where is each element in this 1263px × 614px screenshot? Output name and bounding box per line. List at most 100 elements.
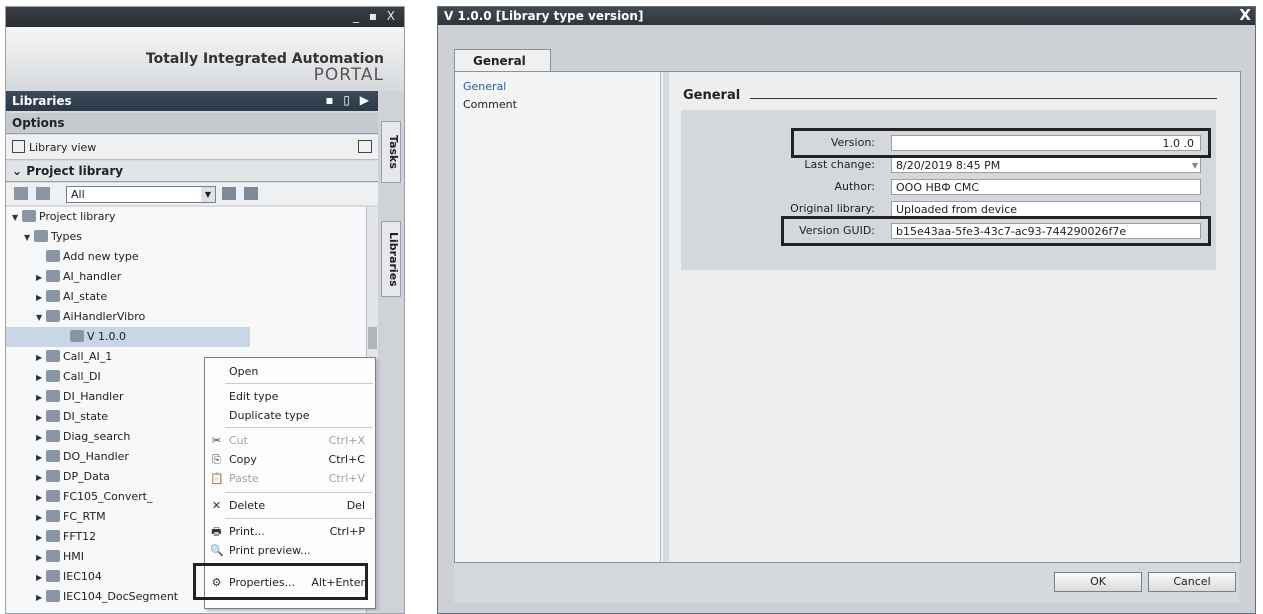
library-type-icon: [46, 370, 60, 382]
tab-libraries-label: Libraries: [387, 231, 400, 287]
nav-item-comment[interactable]: Comment: [463, 98, 517, 111]
expand-right-icon[interactable]: ▶: [36, 268, 46, 288]
pane-splitter[interactable]: [663, 72, 669, 562]
expand-right-icon[interactable]: ▶: [36, 488, 46, 508]
library-view-bar: Library view: [6, 135, 378, 160]
release-versions-icon[interactable]: [244, 187, 258, 200]
expand-down-icon[interactable]: ▼: [12, 208, 22, 228]
chevron-down-icon: ⌄: [12, 164, 23, 178]
expand-right-icon[interactable]: ▶: [36, 368, 46, 388]
tree-item[interactable]: Add new type: [6, 247, 391, 267]
menu-label: Open: [229, 365, 259, 378]
menu-separator: [225, 492, 373, 493]
library-type-icon: [46, 410, 60, 422]
scrollbar-thumb[interactable]: [368, 327, 377, 349]
menu-label: Print...: [229, 525, 265, 538]
tree-item-label: Call_DI: [63, 370, 101, 383]
close-icon[interactable]: X: [1239, 7, 1251, 24]
expand-right-icon[interactable]: ▶: [36, 508, 46, 528]
update-types-icon[interactable]: [222, 187, 236, 200]
tree-item-label: FFT12: [63, 530, 97, 543]
properties-nav: General Comment: [455, 72, 661, 562]
menu-item-duplicate-type[interactable]: Duplicate type: [205, 406, 375, 425]
expand-right-icon[interactable]: ▶: [36, 288, 46, 308]
section-divider: [750, 98, 1217, 99]
menu-label: Copy: [229, 453, 257, 466]
original-library-field[interactable]: Uploaded from device: [891, 201, 1201, 217]
tab-libraries[interactable]: Libraries: [381, 221, 401, 297]
expand-right-icon[interactable]: ▶: [36, 448, 46, 468]
nav-item-general[interactable]: General: [463, 80, 506, 93]
expand-right-icon[interactable]: ▶: [36, 548, 46, 568]
window-controls[interactable]: _ ▪ X: [353, 9, 398, 23]
tree-item[interactable]: ▶ AI_state: [6, 287, 391, 307]
library-type-icon: [46, 390, 60, 402]
open-library-icon[interactable]: [358, 140, 372, 153]
tree-item-label: AiHandlerVibro: [63, 310, 146, 323]
expand-right-icon[interactable]: ▶: [36, 428, 46, 448]
menu-item-print[interactable]: 🖶 Print... Ctrl+P: [205, 522, 375, 541]
project-library-header[interactable]: ⌄ Project library: [6, 161, 378, 182]
menu-item-print-preview[interactable]: 🔍 Print preview...: [205, 541, 375, 560]
last-change-field[interactable]: 8/20/2019 8:45 PM ▼: [891, 157, 1201, 173]
tree-item[interactable]: ▼ AiHandlerVibro: [6, 307, 391, 327]
tree-item[interactable]: ▼ Project library: [6, 207, 367, 227]
tree-item-label: IEC104: [63, 570, 102, 583]
version-highlight-box: [791, 128, 1211, 158]
expand-right-icon[interactable]: ▶: [36, 528, 46, 548]
menu-shortcut: Ctrl+C: [328, 453, 365, 466]
copy-icon: ⎘: [212, 453, 221, 466]
menu-item-copy[interactable]: ⎘ Copy Ctrl+C: [205, 450, 375, 469]
tree-item-label: Types: [51, 230, 82, 243]
expand-down-icon[interactable]: ▼: [36, 308, 46, 328]
dropdown-arrow-icon[interactable]: ▼: [201, 187, 215, 202]
project-library-section-label: ⌄ Project library: [12, 164, 123, 178]
tree-item[interactable]: V 1.0.0: [6, 327, 250, 347]
properties-highlight-box: [193, 563, 368, 600]
panel-controls-icon[interactable]: ▪ ▯ ▶: [325, 93, 372, 107]
expand-right-icon[interactable]: ▶: [36, 588, 46, 608]
expand-right-icon[interactable]: ▶: [36, 348, 46, 368]
tree-item-label: AI_state: [63, 290, 108, 303]
list-view-icon[interactable]: [36, 187, 50, 200]
menu-item-open[interactable]: Open: [205, 362, 375, 381]
library-type-icon: [46, 430, 60, 442]
tree-item-label: V 1.0.0: [87, 330, 127, 343]
library-type-icon: [34, 230, 48, 242]
menu-shortcut: Ctrl+V: [328, 472, 365, 485]
dialog-title: V 1.0.0 [Library type version]: [444, 9, 644, 23]
menu-item-edit-type[interactable]: Edit type: [205, 387, 375, 406]
context-menu: Open Edit type Duplicate type ✂ Cut Ctrl+X…: [193, 357, 376, 609]
library-type-version-dialog: V 1.0.0 [Library type version] X General…: [437, 6, 1256, 614]
libraries-header: Libraries ▪ ▯ ▶: [6, 91, 378, 111]
author-field[interactable]: ООО НВФ СМС: [891, 179, 1201, 195]
dropdown-arrow-icon[interactable]: ▼: [1192, 158, 1198, 174]
menu-item-paste[interactable]: 📋 Paste Ctrl+V: [205, 469, 375, 488]
expand-right-icon[interactable]: ▶: [36, 408, 46, 428]
library-type-icon: [46, 570, 60, 582]
ok-button[interactable]: OK: [1054, 572, 1142, 592]
tree-item[interactable]: ▶ AI_handler: [6, 267, 391, 287]
expand-down-icon[interactable]: ▼: [24, 228, 34, 248]
menu-item-delete[interactable]: ✕ Delete Del: [205, 496, 375, 515]
filter-toolbar: All ▼: [6, 183, 378, 205]
type-filter-select[interactable]: All ▼: [66, 186, 216, 203]
tree-view-icon[interactable]: [14, 187, 28, 200]
menu-item-cut[interactable]: ✂ Cut Ctrl+X: [205, 431, 375, 450]
tree-item-label: Diag_search: [63, 430, 131, 443]
library-view-toggle[interactable]: Library view: [12, 140, 96, 154]
expand-right-icon[interactable]: ▶: [36, 568, 46, 588]
expand-right-icon[interactable]: ▶: [36, 468, 46, 488]
tab-general[interactable]: General: [454, 49, 551, 72]
expand-right-icon[interactable]: ▶: [36, 388, 46, 408]
author-label: Author:: [834, 180, 875, 193]
library-type-icon: [46, 350, 60, 362]
original-library-label: Original library:: [790, 202, 875, 215]
tree-item[interactable]: ▼ Types: [6, 227, 379, 247]
tree-item-label: Project library: [39, 210, 116, 223]
cancel-button[interactable]: Cancel: [1148, 572, 1236, 592]
library-type-icon: [70, 330, 84, 342]
library-type-icon: [46, 590, 60, 602]
tab-tasks[interactable]: Tasks: [381, 121, 401, 183]
options-bar[interactable]: Options: [6, 113, 378, 134]
